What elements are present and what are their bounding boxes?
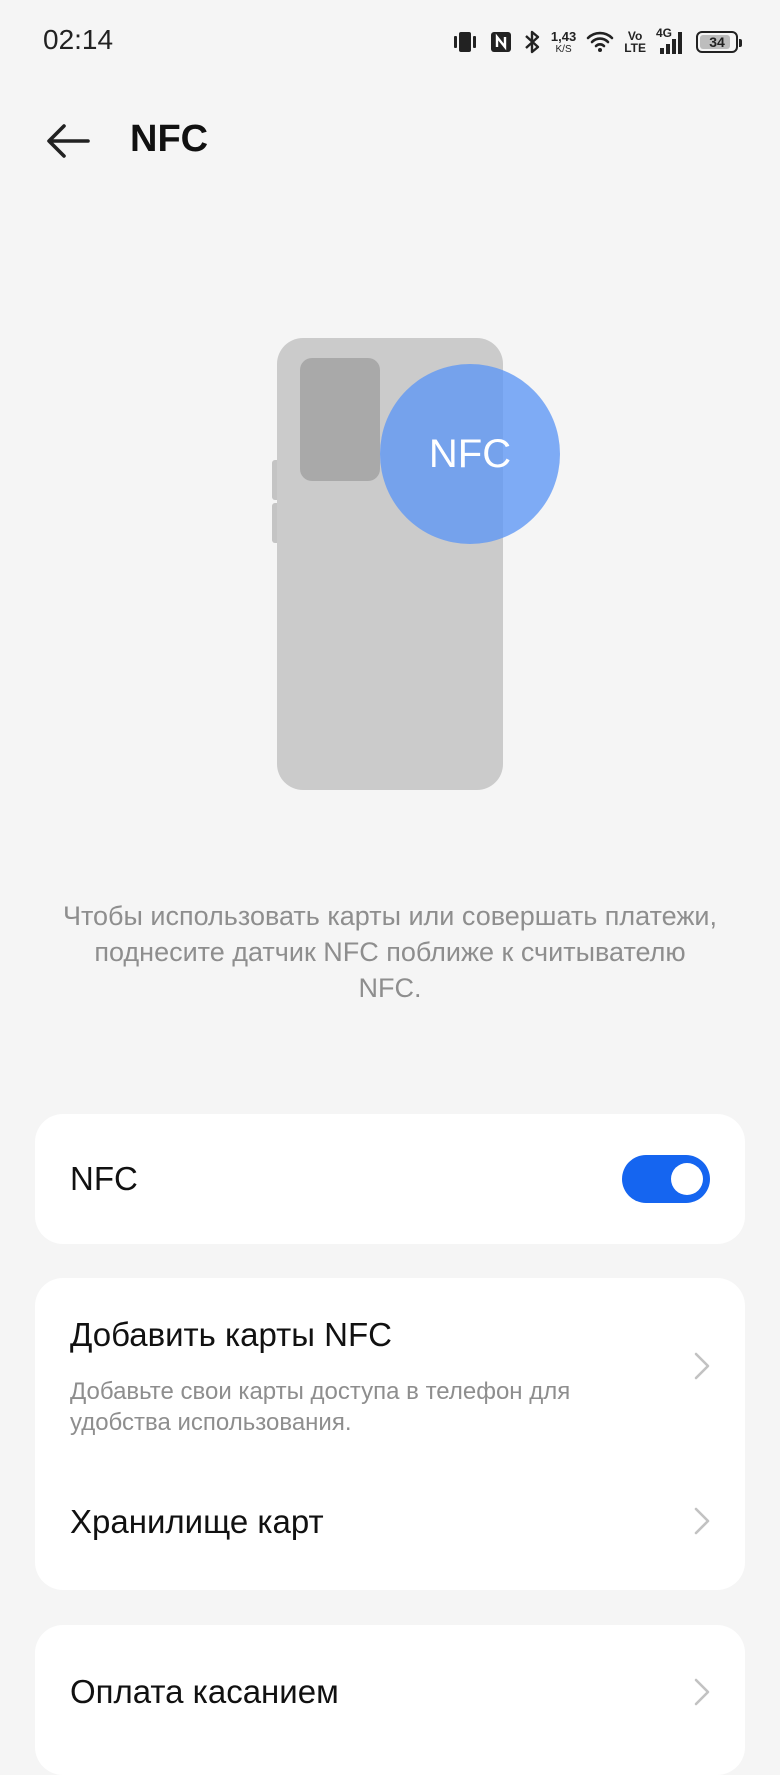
add-nfc-cards-item[interactable]: Добавить карты NFC Добавьте свои карты д… (35, 1278, 745, 1453)
page-title: NFC (130, 118, 209, 160)
net-speed-indicator: 1,43 K/S (551, 30, 576, 55)
net-speed-value: 1,43 (550, 28, 577, 44)
back-button[interactable] (40, 118, 96, 164)
app-header: NFC (0, 96, 780, 186)
bluetooth-icon (523, 29, 541, 55)
net-speed-unit: K/S (555, 43, 572, 55)
nfc-circle-label: NFC (428, 431, 512, 476)
chevron-right-icon (694, 1352, 710, 1380)
add-nfc-cards-subtitle: Добавьте свои карты доступа в телефон дл… (70, 1378, 571, 1436)
battery-icon: 34 (696, 31, 742, 53)
nfc-area-circle: NFC (380, 364, 560, 544)
vibrate-icon (451, 30, 479, 54)
nfc-toggle[interactable] (622, 1155, 710, 1203)
network-type: 4G (656, 26, 673, 40)
chevron-right-icon (694, 1507, 710, 1535)
nfc-illustration: NFC (0, 300, 780, 800)
nfc-status-icon (489, 30, 513, 54)
nfc-cards-group: Добавить карты NFC Добавьте свои карты д… (35, 1278, 745, 1590)
battery-percent: 34 (709, 34, 725, 50)
nfc-toggle-card: NFC (35, 1114, 745, 1244)
status-time: 02:14 (43, 24, 114, 55)
volte-icon: Vo LTE (624, 30, 646, 54)
signal-icon: 4G (656, 26, 686, 56)
chevron-right-icon (694, 1678, 710, 1706)
status-bar: 02:14 1,43 K/S Vo LTE 4G 34 (0, 0, 780, 84)
toggle-knob (671, 1163, 703, 1195)
arrow-left-icon (47, 124, 90, 158)
tap-to-pay-item[interactable]: Оплата касанием (35, 1625, 745, 1759)
instruction-text: Чтобы использовать карты или совершать п… (62, 901, 718, 1003)
status-icons: 1,43 K/S Vo LTE 4G 34 (451, 22, 742, 62)
wifi-icon (586, 31, 614, 53)
card-storage-item[interactable]: Хранилище карт (35, 1453, 745, 1590)
volte-bottom: LTE (624, 41, 646, 55)
card-storage-title: Хранилище карт (70, 1503, 324, 1540)
payment-group: Оплата касанием (35, 1625, 745, 1775)
camera-module-graphic (300, 358, 380, 481)
nfc-toggle-label: NFC (70, 1160, 138, 1197)
tap-to-pay-title: Оплата касанием (70, 1673, 339, 1710)
add-nfc-cards-title: Добавить карты NFC (70, 1316, 392, 1353)
